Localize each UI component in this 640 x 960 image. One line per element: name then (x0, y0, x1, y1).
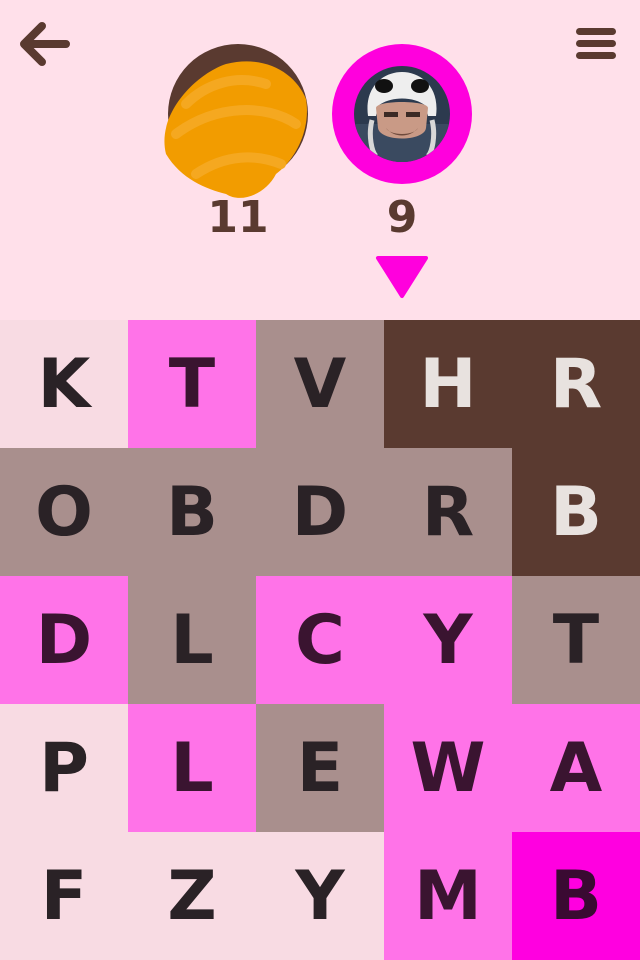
letter-tile[interactable]: B (512, 448, 640, 576)
letter-tile[interactable]: P (0, 704, 128, 832)
turn-indicator-icon (376, 256, 428, 298)
player-one-score: 11 (207, 192, 269, 243)
letter-tile[interactable]: O (0, 448, 128, 576)
letter-tile[interactable]: M (384, 832, 512, 960)
player-photo (354, 66, 450, 162)
player-one-avatar[interactable] (164, 44, 308, 198)
hamburger-menu-icon (576, 28, 616, 59)
letter-tile[interactable]: D (256, 448, 384, 576)
letter-tile[interactable]: Y (384, 576, 512, 704)
letter-tile[interactable]: F (0, 832, 128, 960)
letter-tile[interactable]: R (384, 448, 512, 576)
letter-tile[interactable]: C (256, 576, 384, 704)
letter-tile[interactable]: L (128, 704, 256, 832)
letter-tile[interactable]: K (0, 320, 128, 448)
letter-tile[interactable]: B (128, 448, 256, 576)
letter-tile[interactable]: Y (256, 832, 384, 960)
letter-tile[interactable]: R (512, 320, 640, 448)
letter-tile[interactable]: A (512, 704, 640, 832)
letter-tile[interactable]: H (384, 320, 512, 448)
letter-tile[interactable]: V (256, 320, 384, 448)
letter-tile[interactable]: Z (128, 832, 256, 960)
letter-tile[interactable]: D (0, 576, 128, 704)
letter-tile[interactable]: T (512, 576, 640, 704)
menu-button[interactable] (570, 22, 622, 66)
letter-tile[interactable]: W (384, 704, 512, 832)
arrow-left-icon (20, 22, 70, 66)
letter-tile[interactable]: E (256, 704, 384, 832)
letter-tile[interactable]: L (128, 576, 256, 704)
active-player-ring (332, 44, 472, 184)
letter-tile[interactable]: B (512, 832, 640, 960)
letter-board: KTVHROBDRBDLCYTPLEWAFZYMB (0, 320, 640, 960)
player-two-score: 9 (386, 192, 418, 243)
letter-tile[interactable]: T (128, 320, 256, 448)
back-button[interactable] (16, 20, 72, 72)
player-two-avatar[interactable] (332, 44, 472, 184)
game-header: 11 9 (0, 0, 640, 320)
scribbled-avatar-icon (164, 44, 308, 198)
